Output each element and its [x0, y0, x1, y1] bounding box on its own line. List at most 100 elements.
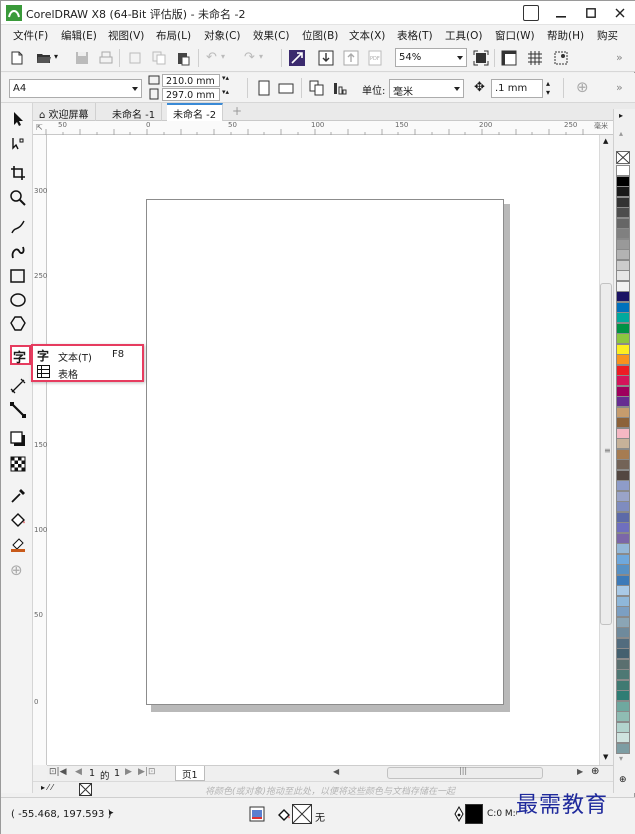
tab-untitled-2[interactable]: 未命名 -2 [167, 103, 224, 121]
color-swatch[interactable] [616, 291, 630, 302]
color-swatch[interactable] [616, 259, 630, 271]
color-swatch[interactable] [616, 438, 630, 449]
connector-tool-icon[interactable] [9, 401, 27, 419]
menu-object[interactable]: 对象(C) [204, 28, 241, 43]
transparency-tool-icon[interactable] [9, 455, 27, 473]
freehand-tool-icon[interactable] [9, 218, 27, 236]
color-swatch[interactable] [616, 480, 630, 491]
no-color-swatch[interactable] [616, 151, 630, 164]
color-swatch[interactable] [616, 721, 630, 733]
color-swatch[interactable] [616, 207, 630, 218]
color-swatch[interactable] [616, 595, 630, 607]
color-swatch[interactable] [616, 301, 630, 313]
crop-tool-icon[interactable] [9, 164, 27, 182]
color-swatch[interactable] [616, 511, 630, 523]
color-swatch[interactable] [616, 543, 630, 554]
menu-buy[interactable]: 购买 [597, 28, 618, 43]
color-swatch[interactable] [616, 175, 630, 187]
menu-layout[interactable]: 布局(L) [156, 28, 191, 43]
smart-fill-tool-icon[interactable] [9, 535, 27, 553]
color-swatch[interactable] [616, 417, 630, 428]
new-document-icon[interactable] [9, 50, 25, 66]
close-button[interactable] [605, 1, 635, 25]
color-swatch[interactable] [616, 700, 630, 712]
tab-untitled-1[interactable]: 未命名 -1 [106, 103, 163, 121]
shape-tool-icon[interactable] [9, 135, 27, 153]
color-swatch[interactable] [616, 490, 630, 502]
maximize-button[interactable] [576, 1, 606, 25]
copy-icon[interactable] [151, 50, 167, 66]
menu-view[interactable]: 视图(V) [108, 28, 144, 43]
page-height-field[interactable]: 297.0 mm [162, 88, 220, 101]
new-tab-plus-icon[interactable]: + [232, 104, 242, 118]
zoom-level-dropdown[interactable]: 54% [395, 48, 467, 67]
previous-page-icon[interactable]: ◀ [75, 767, 82, 777]
color-swatch[interactable] [616, 375, 630, 386]
artistic-media-tool-icon[interactable] [9, 243, 27, 261]
all-pages-icon[interactable] [309, 80, 325, 96]
first-page-icon[interactable]: ⊡|◀ [49, 767, 67, 777]
color-swatch[interactable] [616, 522, 630, 533]
scroll-right-arrow[interactable]: ▶ [577, 767, 583, 776]
color-swatch[interactable] [616, 343, 630, 355]
color-swatch[interactable] [616, 532, 630, 544]
flyout-item-table[interactable]: 表格 [35, 364, 142, 381]
color-swatch[interactable] [616, 228, 630, 239]
color-swatch[interactable] [616, 238, 630, 250]
color-swatch[interactable] [616, 448, 630, 460]
color-swatch[interactable] [616, 385, 630, 397]
color-swatch[interactable] [616, 217, 630, 229]
no-color-icon[interactable] [79, 783, 92, 796]
color-swatch[interactable] [616, 711, 630, 722]
page-width-field[interactable]: 210.0 mm [162, 74, 220, 87]
minimize-button[interactable] [546, 1, 576, 25]
palette-scroll-down-icon[interactable]: ▾ [619, 754, 623, 763]
color-swatch[interactable] [616, 186, 630, 197]
color-swatch[interactable] [616, 658, 630, 670]
paste-icon[interactable] [175, 50, 191, 66]
color-swatch[interactable] [616, 553, 630, 565]
color-swatch[interactable] [616, 270, 630, 281]
color-swatch[interactable] [616, 196, 630, 208]
color-swatch[interactable] [616, 627, 630, 638]
snap-to-icon[interactable] [553, 50, 569, 66]
color-swatch[interactable] [616, 585, 630, 596]
vertical-scroll-thumb[interactable]: ≡ [600, 283, 612, 625]
propertybar-overflow-icon[interactable]: » [616, 81, 623, 94]
color-swatch[interactable] [616, 406, 630, 418]
color-swatch[interactable] [616, 459, 630, 470]
color-swatch[interactable] [616, 574, 630, 586]
color-swatch[interactable] [616, 616, 630, 628]
status-expand-arrow[interactable]: ▸ [109, 808, 114, 818]
color-swatch[interactable] [616, 165, 630, 176]
horizontal-scroll-thumb[interactable]: ||| [387, 766, 543, 779]
color-swatch[interactable] [616, 501, 630, 512]
menu-file[interactable]: 文件(F) [13, 28, 48, 43]
landscape-orientation-icon[interactable] [278, 80, 294, 96]
page-tab[interactable]: 页1 [175, 766, 205, 781]
pick-tool-icon[interactable] [9, 110, 27, 128]
color-swatch[interactable] [616, 732, 630, 743]
navigator-zoom-icon[interactable]: ⊕ [591, 766, 599, 777]
redo-icon[interactable]: ↷ [244, 50, 255, 65]
color-swatch[interactable] [616, 606, 630, 617]
redo-dropdown-arrow[interactable]: ▾ [259, 52, 263, 61]
open-dropdown-arrow[interactable]: ▾ [54, 52, 58, 61]
undo-icon[interactable]: ↶ [206, 50, 217, 65]
color-swatch[interactable] [616, 648, 630, 659]
paper-size-dropdown[interactable]: A4 [9, 79, 142, 98]
color-swatch[interactable] [616, 679, 630, 691]
height-spinner[interactable]: ▾▴ [222, 88, 229, 96]
color-swatch[interactable] [616, 469, 630, 481]
color-swatch[interactable] [616, 364, 630, 376]
palette-zoom-icon[interactable]: ⊕ [619, 775, 627, 785]
color-swatch[interactable] [616, 249, 630, 260]
add-tool-icon[interactable]: ⊕ [10, 561, 23, 579]
units-dropdown[interactable]: 毫米 [389, 79, 464, 98]
zoom-tool-icon[interactable] [9, 189, 27, 207]
full-screen-icon[interactable] [473, 50, 489, 66]
menu-effects[interactable]: 效果(C) [253, 28, 290, 43]
tab-welcome-screen[interactable]: ⌂ 欢迎屏幕 [33, 103, 96, 121]
cut-icon[interactable] [127, 50, 143, 66]
menu-edit[interactable]: 编辑(E) [61, 28, 97, 43]
